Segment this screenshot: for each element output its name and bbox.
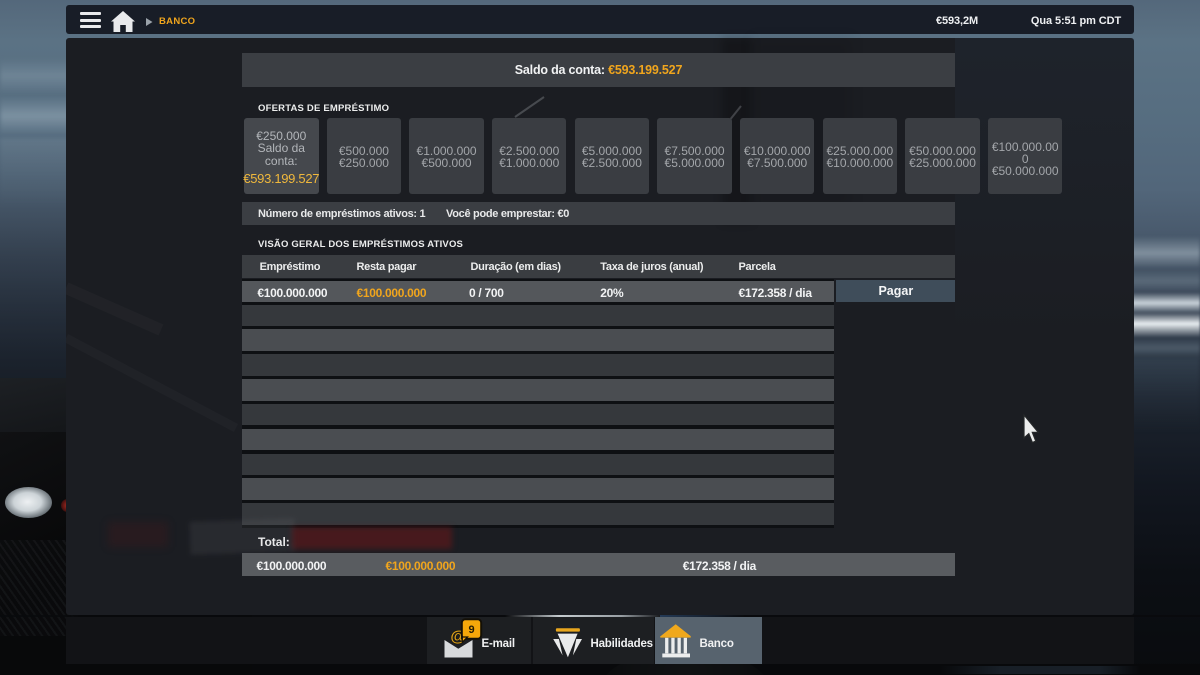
- svg-text:9: 9: [468, 624, 474, 636]
